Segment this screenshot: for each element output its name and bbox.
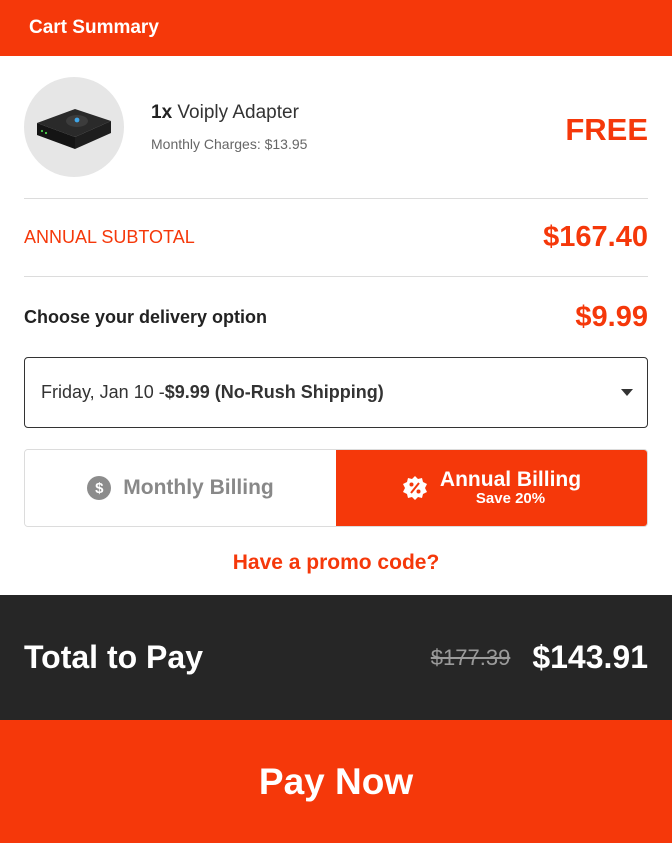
subtotal-label: ANNUAL SUBTOTAL xyxy=(24,227,195,247)
delivery-select[interactable]: Friday, Jan 10 -$9.99 (No-Rush Shipping) xyxy=(24,357,648,428)
final-price: $143.91 xyxy=(532,639,648,675)
annual-billing-text: Annual Billing Save 20% xyxy=(440,468,581,508)
monthly-billing-label: Monthly Billing xyxy=(123,476,274,499)
total-prices: $177.39 $143.91 xyxy=(431,639,648,676)
monthly-billing-button[interactable]: $ Monthly Billing xyxy=(25,450,336,526)
cart-summary-header: Cart Summary xyxy=(0,0,672,56)
product-quantity: 1x xyxy=(151,102,173,123)
subtotal-row: ANNUAL SUBTOTAL $167.40 xyxy=(24,199,648,277)
product-monthly-charges: Monthly Charges: $13.95 xyxy=(151,136,308,152)
total-bar: Total to Pay $177.39 $143.91 xyxy=(0,595,672,720)
original-price: $177.39 xyxy=(430,644,511,670)
pay-now-button[interactable]: Pay Now xyxy=(0,720,672,843)
delivery-selected-value: Friday, Jan 10 -$9.99 (No-Rush Shipping) xyxy=(41,382,384,403)
delivery-price: $9.99 xyxy=(575,300,648,333)
total-label: Total to Pay xyxy=(24,639,203,675)
adapter-device-icon xyxy=(24,77,124,177)
subtotal-value: $167.40 xyxy=(543,221,648,253)
product-info: 1x Voiply Adapter Monthly Charges: $13.9… xyxy=(151,102,307,152)
product-title: 1x Voiply Adapter xyxy=(151,102,307,124)
delivery-selected-date: Friday, Jan 10 - xyxy=(41,382,165,402)
annual-billing-button[interactable]: Annual Billing Save 20% xyxy=(336,450,647,526)
delivery-label: Choose your delivery option xyxy=(24,306,268,327)
dollar-coin-icon: $ xyxy=(87,476,112,500)
promo-code-link[interactable]: Have a promo code? xyxy=(24,551,648,597)
product-name: Voiply Adapter xyxy=(177,102,299,123)
delivery-selected-option: $9.99 (No-Rush Shipping) xyxy=(164,382,384,402)
header-title: Cart Summary xyxy=(29,17,159,38)
billing-toggle: $ Monthly Billing Annual Billing Save 20… xyxy=(24,449,648,527)
cart-content: 1x Voiply Adapter Monthly Charges: $13.9… xyxy=(0,56,672,597)
discount-badge-icon xyxy=(402,475,428,501)
annual-billing-savings: Save 20% xyxy=(475,490,546,508)
product-row: 1x Voiply Adapter Monthly Charges: $13.9… xyxy=(24,56,648,199)
product-price: FREE xyxy=(565,111,648,147)
chevron-down-icon[interactable] xyxy=(621,389,633,396)
annual-billing-label: Annual Billing xyxy=(439,468,582,492)
delivery-row: Choose your delivery option $9.99 xyxy=(24,277,648,357)
